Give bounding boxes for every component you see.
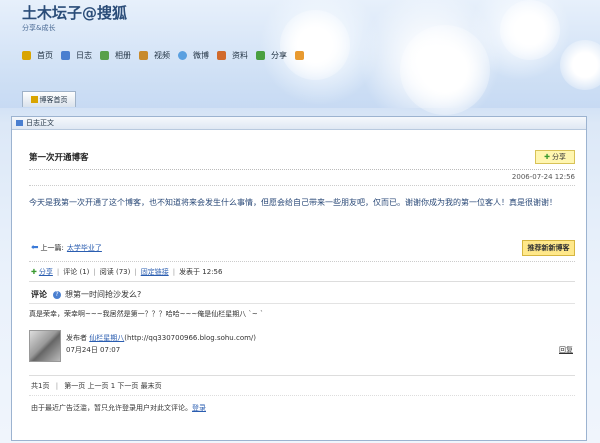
person-icon: [217, 50, 226, 60]
mail-icon: [295, 50, 304, 60]
arrow-left-icon: ⬅: [31, 243, 39, 253]
separator: |: [55, 382, 59, 390]
comment-author-line: 发布者 仙栏星期八(http://qq330700966.blog.sohu.c…: [66, 333, 256, 343]
question-icon: ?: [53, 290, 61, 299]
nav-item-share[interactable]: 分享: [256, 50, 287, 61]
post-date: 2006-07-24 12:56: [511, 173, 575, 181]
separator: |: [134, 268, 137, 276]
comment-time: 07月24日 07:07: [66, 346, 121, 354]
nav-label: 首页: [37, 50, 53, 60]
nav-item-video[interactable]: 视频: [139, 50, 170, 61]
header-decoration: [280, 10, 350, 80]
post-body: 今天是我第一次开通了这个博客，也不知道将来会发生什么事情，但愿会给自己带来一些朋…: [29, 198, 557, 207]
blog-subtitle: 分享&成长: [22, 24, 56, 32]
plus-icon: ✚: [544, 153, 550, 161]
nav-item-weibo[interactable]: 微博: [178, 50, 209, 61]
nav-label: 分享: [271, 50, 287, 60]
post-title: 第一次开通博客: [29, 153, 89, 163]
post-meta: ✚ 分享 | 评论 (1) | 阅读 (73) | 固定链接 | 发表于 12:…: [31, 267, 222, 277]
divider: [29, 185, 575, 186]
divider: [29, 375, 575, 376]
nav-item-home[interactable]: 首页: [22, 50, 53, 61]
post-panel: 日志正文 第一次开通博客 ✚ 分享 2006-07-24 12:56 今天是我第…: [11, 116, 587, 441]
author-prefix: 发布者: [66, 334, 87, 342]
nav-label: 视频: [154, 50, 170, 60]
nav-item-profile[interactable]: 资料: [217, 50, 248, 61]
pager-total: 共1页: [31, 382, 50, 390]
nav-label: 资料: [232, 50, 248, 60]
tab-blog-home[interactable]: 博客首页: [22, 91, 76, 107]
pager: 共1页 | 第一页 上一页 1 下一页 最末页: [31, 381, 162, 391]
tab-label: 博客首页: [39, 95, 68, 104]
nav-item-mail[interactable]: [295, 50, 310, 60]
divider: [29, 261, 575, 262]
nav-label: 微博: [193, 50, 209, 60]
home-icon: [30, 96, 38, 103]
divider: [29, 281, 575, 282]
prev-post-link[interactable]: 太学毕业了: [67, 243, 102, 253]
film-icon: [139, 50, 148, 60]
plus-icon: ✚: [31, 268, 37, 276]
nav-item-album[interactable]: 相册: [100, 50, 131, 61]
header-decoration: [500, 0, 560, 60]
main-nav: 首页 日志 相册 视频 微博 资料 分享: [22, 48, 318, 62]
comment-notice: 由于最近广告泛滥，暂只允许登录用户对此文评论。登录: [31, 403, 206, 413]
author-link[interactable]: 仙栏星期八: [89, 334, 124, 342]
pager-links[interactable]: 第一页 上一页 1 下一页 最末页: [64, 382, 161, 390]
comments-header: 评论 ? 想第一时间抢沙发么?: [31, 289, 141, 300]
nav-label: 日志: [76, 50, 92, 60]
separator: |: [172, 268, 176, 276]
share-button[interactable]: ✚ 分享: [535, 150, 575, 164]
photo-icon: [100, 50, 109, 60]
reads-count: 阅读 (73): [99, 268, 131, 276]
nav-label: 相册: [115, 50, 131, 60]
recommend-button[interactable]: 推荐新新博客: [522, 240, 575, 256]
avatar[interactable]: [29, 330, 61, 362]
share-icon: [256, 50, 265, 60]
panel-header: 日志正文: [12, 117, 586, 130]
prev-label: 上一篇:: [40, 244, 64, 252]
nav-item-journal[interactable]: 日志: [61, 50, 92, 61]
comment-text: 真是荣幸，荣幸啊~~~我居然是第一？？？哈哈~~~俺是仙栏星期八 `~ `: [29, 310, 264, 318]
share-label: 分享: [551, 153, 566, 161]
separator: |: [56, 268, 60, 276]
author-url: (http://qq330700966.blog.sohu.com/): [124, 334, 257, 342]
prev-post: ⬅ 上一篇: 太学毕业了: [31, 243, 102, 253]
meta-share-link[interactable]: 分享: [39, 267, 53, 277]
blog-title[interactable]: 土木坛子@搜狐: [22, 2, 127, 23]
divider: [29, 395, 575, 396]
separator: |: [93, 268, 96, 276]
notice-text: 由于最近广告泛滥，暂只允许登录用户对此文评论。: [31, 404, 192, 412]
blog-header: 土木坛子@搜狐 分享&成长 首页 日志 相册 视频 微博 资料 分享 博客首页: [0, 0, 600, 115]
comment-prompt[interactable]: 想第一时间抢沙发么?: [65, 289, 141, 300]
reply-link[interactable]: 回复: [559, 345, 573, 355]
book-icon: [61, 50, 70, 60]
login-link[interactable]: 登录: [192, 404, 206, 412]
home-icon: [22, 50, 31, 60]
comments-label: 评论: [31, 290, 47, 299]
book-icon: [16, 120, 23, 126]
divider: [29, 169, 575, 170]
divider: [29, 303, 575, 304]
chat-icon: [178, 50, 187, 60]
header-decoration: [400, 25, 490, 115]
comments-link[interactable]: 评论 (1): [63, 267, 89, 277]
panel-title: 日志正文: [26, 119, 54, 127]
header-decoration: [560, 40, 600, 90]
published-time: 发表于 12:56: [179, 268, 223, 276]
permalink[interactable]: 固定链接: [141, 267, 169, 277]
